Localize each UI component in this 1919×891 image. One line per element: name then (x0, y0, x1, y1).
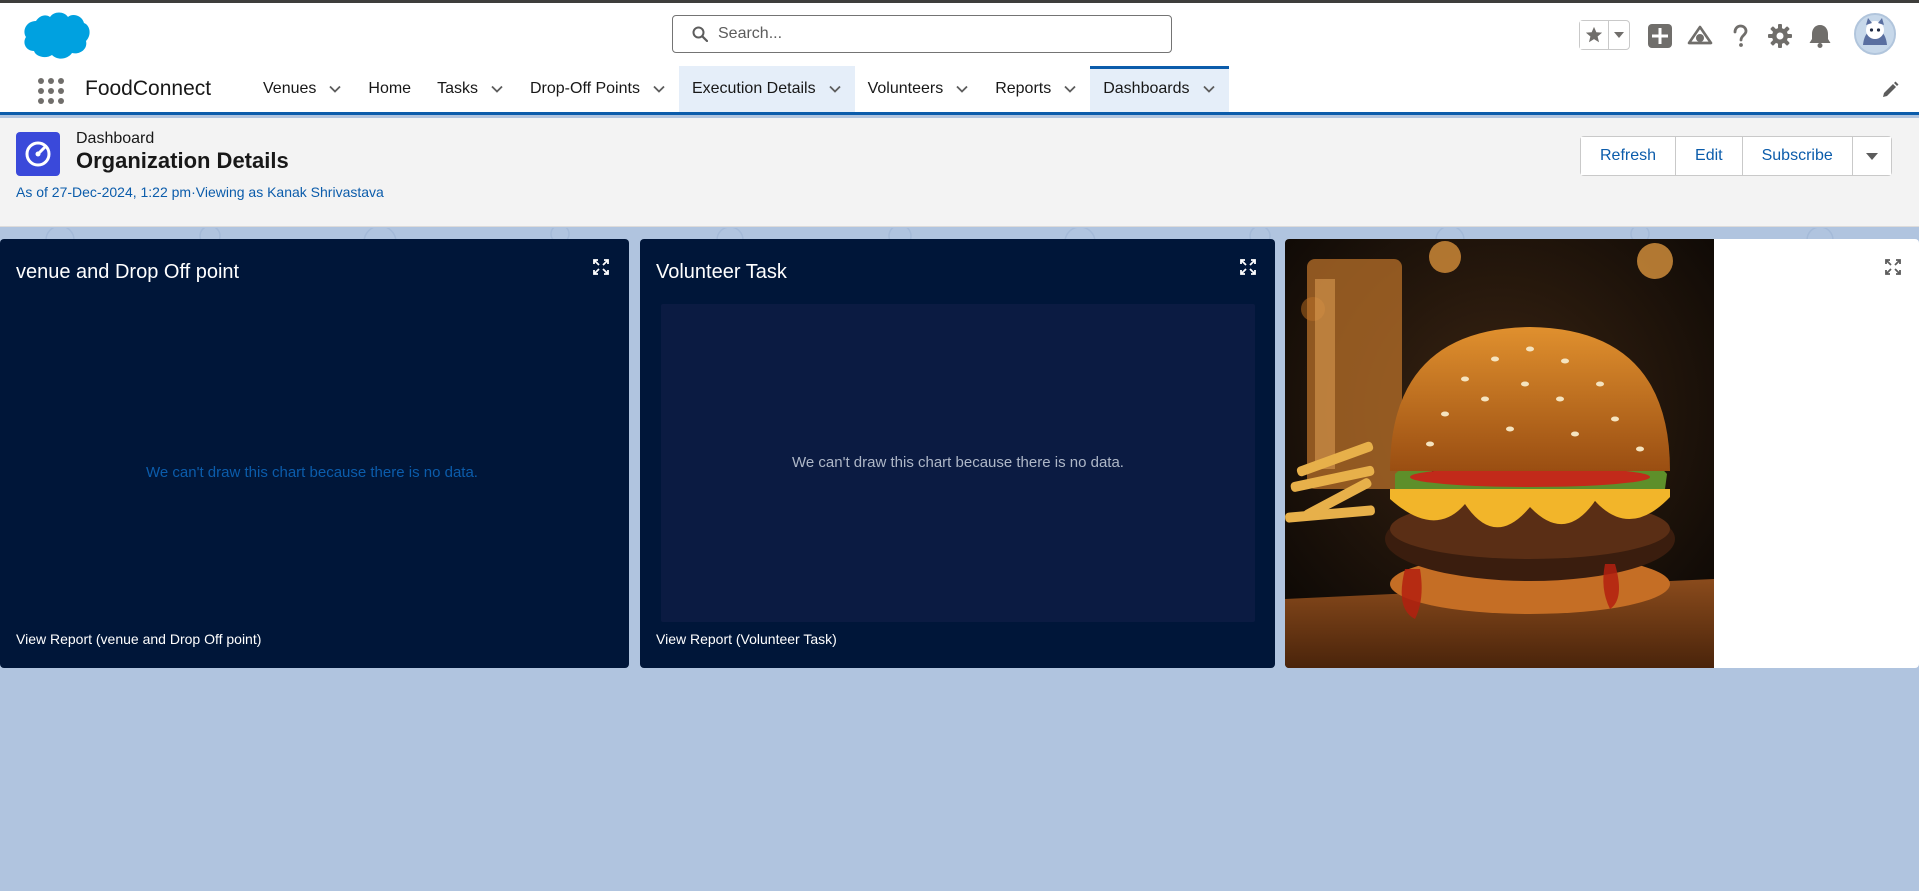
astro-avatar-icon (1856, 15, 1894, 53)
dashboard-header: Dashboard Organization Details As of 27-… (0, 118, 1919, 227)
star-icon (1586, 26, 1603, 43)
salesforce-cloud-logo[interactable] (20, 9, 92, 61)
chevron-down-icon[interactable] (828, 82, 842, 96)
chevron-down-icon[interactable] (955, 82, 969, 96)
app-launcher-icon[interactable] (36, 76, 64, 104)
help-button[interactable] (1727, 23, 1753, 49)
trailhead-button[interactable] (1687, 23, 1713, 49)
search-input[interactable] (718, 25, 1118, 43)
nav-item-home[interactable]: Home (355, 66, 424, 112)
nav-item-label: Reports (995, 80, 1052, 97)
dashboard-widget-image (1285, 239, 1919, 668)
dashboard-meta: As of 27-Dec-2024, 1:22 pm·Viewing as Ka… (16, 184, 384, 200)
app-name: FoodConnect (85, 77, 212, 100)
dashboard-canvas: venue and Drop Off point We can't draw t… (0, 228, 1919, 891)
dashboard-actions: Refresh Edit Subscribe (1580, 136, 1892, 176)
nav-item-execution-details[interactable]: Execution Details (678, 66, 855, 112)
nav-item-reports[interactable]: Reports (982, 66, 1090, 112)
nav-item-label: Home (368, 80, 412, 97)
favorites-button[interactable] (1580, 21, 1610, 49)
chevron-down-icon (1865, 153, 1878, 160)
gear-icon (1768, 24, 1792, 48)
edit-nav-pencil-icon[interactable] (1881, 81, 1899, 99)
nav-item-label: Tasks (437, 80, 478, 97)
global-header (0, 3, 1919, 66)
dashboard-gauge-icon (16, 132, 60, 176)
trailhead-icon (1687, 25, 1713, 45)
nav-item-volunteers[interactable]: Volunteers (855, 66, 983, 112)
no-data-message: We can't draw this chart because there i… (792, 454, 1124, 471)
search-icon (692, 26, 708, 42)
refresh-button[interactable]: Refresh (1581, 137, 1677, 175)
nav-item-label: Execution Details (691, 80, 816, 97)
chevron-down-icon[interactable] (490, 82, 504, 96)
edit-button[interactable]: Edit (1676, 137, 1743, 175)
view-report-link[interactable]: View Report (Volunteer Task) (656, 631, 837, 647)
plus-icon (1648, 24, 1672, 48)
nav-item-label: Dashboards (1103, 80, 1190, 97)
chevron-down-icon (1614, 32, 1625, 38)
widget-title: Volunteer Task (656, 261, 787, 283)
chevron-down-icon[interactable] (652, 82, 666, 96)
view-report-link[interactable]: View Report (venue and Drop Off point) (16, 631, 261, 647)
burger-image (1285, 239, 1714, 668)
nav-item-drop-off-points[interactable]: Drop-Off Points (517, 66, 679, 112)
chevron-down-icon[interactable] (328, 82, 342, 96)
widget-title: venue and Drop Off point (16, 261, 240, 283)
favorites-group (1579, 20, 1630, 50)
nav-item-label: Volunteers (867, 80, 944, 97)
global-actions-button[interactable] (1647, 23, 1673, 49)
nav-item-venues[interactable]: Venues (250, 66, 355, 112)
favorites-menu-button[interactable] (1609, 21, 1629, 49)
bell-icon (1809, 25, 1831, 48)
app-navigation-bar: FoodConnect Venues Home Tasks Drop-Off P… (0, 66, 1919, 115)
chevron-down-icon[interactable] (1202, 82, 1216, 96)
global-search[interactable] (672, 15, 1172, 53)
expand-icon[interactable] (1885, 259, 1901, 275)
setup-button[interactable] (1767, 23, 1793, 49)
expand-icon[interactable] (1240, 259, 1256, 275)
expand-icon[interactable] (593, 259, 609, 275)
avatar[interactable] (1854, 13, 1896, 55)
nav-item-tasks[interactable]: Tasks (424, 66, 517, 112)
nav-items: Venues Home Tasks Drop-Off Points Execut… (250, 66, 1229, 112)
nav-item-dashboards[interactable]: Dashboards (1090, 66, 1229, 112)
chevron-down-icon[interactable] (1063, 82, 1077, 96)
chart-area: We can't draw this chart because there i… (661, 304, 1255, 622)
subscribe-button[interactable]: Subscribe (1742, 137, 1853, 175)
page-title: Organization Details (76, 148, 289, 173)
notifications-button[interactable] (1807, 23, 1833, 49)
no-data-message: We can't draw this chart because there i… (146, 464, 478, 481)
dashboard-widget-volunteer-task: Volunteer Task We can't draw this chart … (640, 239, 1275, 668)
nav-item-label: Venues (263, 80, 317, 97)
object-label: Dashboard (76, 130, 155, 147)
question-icon (1733, 24, 1748, 47)
dashboard-widget-venue-drop-off: venue and Drop Off point We can't draw t… (0, 239, 629, 668)
nav-item-label: Drop-Off Points (529, 80, 640, 97)
more-actions-button[interactable] (1852, 137, 1891, 175)
